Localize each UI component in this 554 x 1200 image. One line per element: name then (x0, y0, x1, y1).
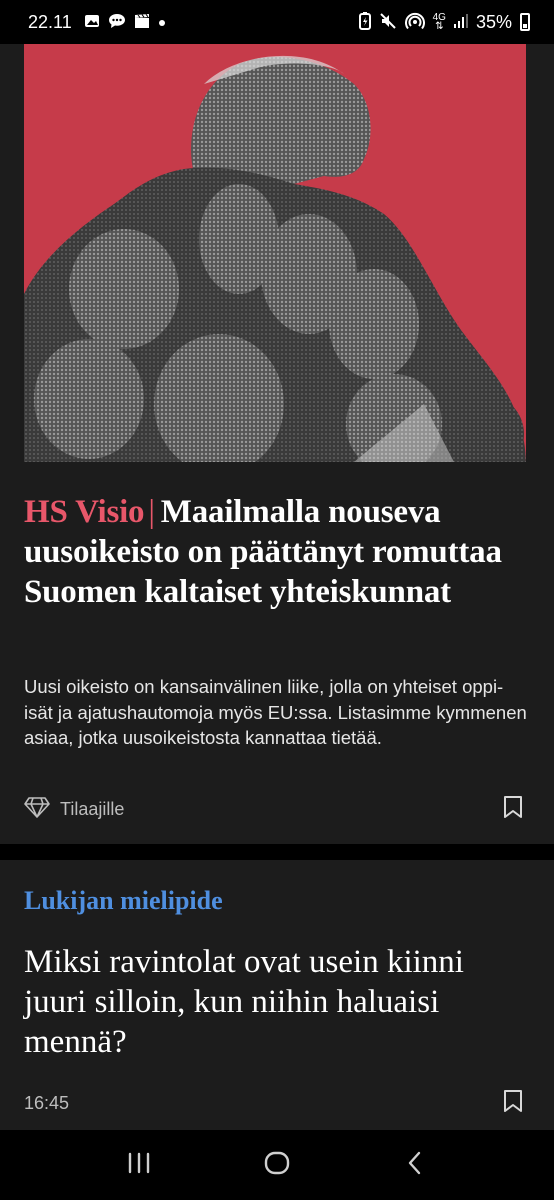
subscriber-label: Tilaajille (60, 799, 125, 819)
bookmark-icon (503, 1089, 523, 1118)
kicker-separator: | (148, 494, 155, 530)
back-icon (407, 1151, 423, 1180)
card-separator (0, 844, 554, 860)
recents-icon (127, 1152, 151, 1179)
bookmark-button[interactable] (502, 795, 524, 824)
system-nav-bar (0, 1130, 554, 1200)
bookmark-button[interactable] (502, 1089, 524, 1118)
mute-icon (379, 12, 397, 33)
clapperboard-icon (134, 13, 150, 32)
battery-icon (520, 13, 530, 31)
battery-percent: 35% (475, 11, 512, 32)
card-footer: Tilaajille (24, 796, 524, 823)
collage-image (24, 55, 526, 462)
status-left: 22.11 (28, 12, 166, 33)
network-type: 4G ⇅ (433, 13, 446, 32)
home-icon (264, 1150, 290, 1181)
subscriber-badge: Tilaajille (24, 796, 124, 823)
article-headline[interactable]: HS Visio | Maailmalla nouseva uusoikeisto … (24, 492, 524, 612)
publish-time: 16:45 (24, 1092, 70, 1113)
bookmark-icon (503, 795, 523, 824)
status-right: 4G ⇅ 35% (358, 11, 530, 33)
message-icon (108, 13, 126, 32)
status-bar: 22.11 4G ⇅ 35% (0, 0, 554, 44)
image-icon (84, 14, 100, 31)
battery-saver-icon (358, 11, 371, 33)
dot-icon (158, 15, 166, 30)
back-button[interactable] (385, 1140, 445, 1190)
kicker-hs-visio: HS Visio (24, 494, 145, 530)
diamond-icon (24, 796, 50, 823)
card-footer: 16:45 (24, 1089, 524, 1118)
article-lead: Uusi oikeisto on kansainvälinen liike, j… (24, 676, 527, 748)
article-headline[interactable]: Miksi ravintolat ovat usein kiinni juuri… (24, 942, 524, 1062)
data-arrows-icon: ⇅ (435, 21, 444, 32)
article-card-opinion[interactable]: Lukijan mielipide Miksi ravintolat ovat … (0, 860, 554, 1130)
hotspot-icon (404, 12, 425, 33)
home-button[interactable] (247, 1140, 307, 1190)
kicker-lukijan-mielipide: Lukijan mielipide (24, 886, 223, 915)
signal-icon (453, 13, 468, 32)
article-card-visio[interactable]: HS Visio | Maailmalla nouseva uusoikeisto … (0, 44, 554, 844)
recents-button[interactable] (109, 1140, 169, 1190)
status-time: 22.11 (28, 11, 72, 32)
article-hero-image[interactable] (24, 44, 526, 462)
